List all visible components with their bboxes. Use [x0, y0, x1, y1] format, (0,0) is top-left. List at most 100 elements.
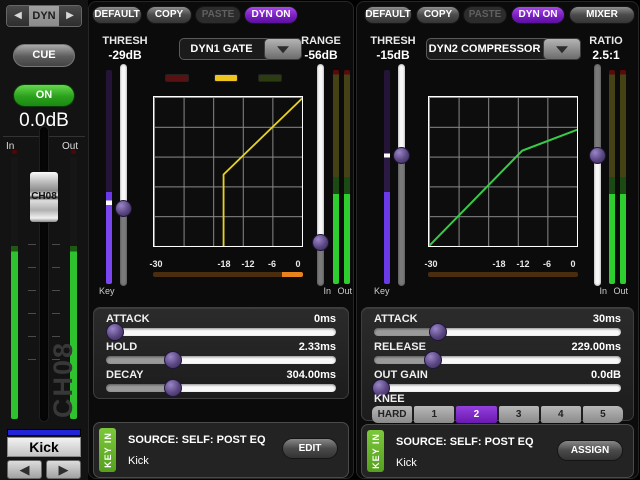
gate-range-label: RANGE: [293, 35, 349, 47]
gate-panel: DEFAULT COPY PASTE DYN ON THRESH -29dB D…: [88, 1, 354, 479]
gate-axis-tick: 0: [295, 259, 300, 269]
comp-thresh-slider[interactable]: [398, 64, 405, 286]
gate-axis-tick: -18: [217, 259, 230, 269]
comp-curve: [429, 97, 577, 246]
comp-ratio-slider-thumb[interactable]: [589, 147, 606, 164]
gate-hold-slider-thumb[interactable]: [164, 351, 182, 369]
prev-channel-button[interactable]: ◀: [7, 460, 42, 479]
comp-key-in-tab-label: KEY IN: [371, 433, 381, 469]
gate-hold-label: HOLD: [106, 341, 137, 353]
gate-thresh-slider-thumb[interactable]: [115, 200, 132, 217]
gate-range-slider-thumb[interactable]: [312, 234, 329, 251]
gate-decay-slider-thumb[interactable]: [164, 379, 182, 397]
comp-in-label: In: [599, 286, 607, 296]
comp-ratio-slider-track[interactable]: [594, 64, 601, 286]
processor-prev-button[interactable]: ◀: [7, 6, 29, 26]
gate-hold-slider[interactable]: [106, 356, 336, 364]
gate-yellow-led: [214, 74, 238, 82]
mixer-button[interactable]: MIXER: [569, 6, 635, 24]
gate-key-level-meter: [153, 272, 303, 277]
gate-copy-button[interactable]: COPY: [146, 6, 192, 24]
comp-out-gain-slider[interactable]: [374, 384, 621, 392]
comp-attack-slider-thumb[interactable]: [429, 323, 447, 341]
comp-attack-slider[interactable]: [374, 328, 621, 336]
comp-axis-tick: -30: [424, 259, 437, 269]
gate-axis-tick: -30: [149, 259, 162, 269]
knee-option-3[interactable]: 3: [499, 406, 539, 423]
comp-release-label: RELEASE: [374, 341, 426, 353]
gate-transfer-graph: [153, 96, 303, 247]
fader-knob[interactable]: CH08: [29, 171, 59, 223]
comp-dyn-on-button[interactable]: DYN ON: [511, 6, 565, 24]
gate-key-in-tab: KEY IN: [99, 428, 116, 472]
comp-out-meter: [620, 70, 626, 284]
knee-option-hard[interactable]: HARD: [372, 406, 412, 423]
gate-dyn-on-button[interactable]: DYN ON: [244, 6, 298, 24]
processor-next-button[interactable]: ▶: [59, 6, 81, 26]
gate-thresh-label: THRESH: [95, 35, 155, 47]
on-button[interactable]: ON: [13, 84, 75, 107]
gate-range-slider[interactable]: [317, 64, 324, 286]
comp-panel: DEFAULT COPY PASTE DYN ON MIXER THRESH -…: [356, 1, 639, 479]
gate-thresh-slider[interactable]: [120, 64, 127, 286]
comp-ratio-slider[interactable]: [594, 64, 601, 286]
gate-key-meter: [106, 70, 112, 284]
gate-hold-value: 2.33ms: [299, 341, 336, 353]
knee-option-5[interactable]: 5: [583, 406, 623, 423]
gate-axis-tick: -6: [268, 259, 276, 269]
comp-key-label: Key: [374, 286, 390, 296]
knee-option-2[interactable]: 2: [456, 406, 496, 423]
gate-attack-value: 0ms: [314, 313, 336, 325]
comp-type-dropdown[interactable]: DYN2 COMPRESSOR: [426, 38, 581, 60]
comp-release-slider[interactable]: [374, 356, 621, 364]
comp-assign-button[interactable]: ASSIGN: [557, 440, 623, 461]
comp-release-slider-thumb[interactable]: [424, 351, 442, 369]
in-clip-led: [12, 150, 17, 154]
comp-default-button[interactable]: DEFAULT: [364, 6, 412, 24]
knee-option-4[interactable]: 4: [541, 406, 581, 423]
gate-range-slider-track[interactable]: [317, 64, 324, 286]
comp-key-meter: [384, 70, 390, 284]
gate-decay-slider[interactable]: [106, 384, 336, 392]
processor-selector-label: DYN: [29, 6, 59, 26]
gate-in-meter: [333, 70, 339, 284]
gate-green-led: [258, 74, 282, 82]
gate-type-label: DYN1 GATE: [180, 39, 263, 59]
gate-range-value: -56dB: [293, 48, 349, 62]
knee-option-1[interactable]: 1: [414, 406, 454, 423]
comp-axis-tick: -18: [492, 259, 505, 269]
comp-thresh-slider-track[interactable]: [398, 64, 405, 286]
gate-red-led: [165, 74, 189, 82]
comp-out-gain-value: 0.0dB: [591, 369, 621, 381]
gate-default-button[interactable]: DEFAULT: [92, 6, 142, 24]
comp-release-value: 229.00ms: [571, 341, 621, 353]
comp-thresh-slider-thumb[interactable]: [393, 147, 410, 164]
comp-transfer-graph: [428, 96, 578, 247]
next-channel-button[interactable]: ▶: [46, 460, 81, 479]
out-clip-led: [71, 150, 76, 154]
comp-paste-button: PASTE: [463, 6, 507, 24]
comp-thresh-label: THRESH: [363, 35, 423, 47]
gate-out-label: Out: [337, 286, 352, 296]
gate-attack-slider[interactable]: [106, 328, 336, 336]
gate-type-dropdown[interactable]: DYN1 GATE: [179, 38, 302, 60]
comp-copy-button[interactable]: COPY: [416, 6, 460, 24]
knee-selector: HARD 1 2 3 4 5: [372, 406, 623, 423]
gate-edit-button[interactable]: EDIT: [282, 438, 338, 459]
in-level-meter: [11, 157, 18, 419]
gate-graph-section: -30 -18 -12 -6 0 Key In Out: [89, 62, 353, 307]
comp-params-panel: ATTACK 30ms RELEASE 229.00ms OUT GAIN 0.…: [361, 307, 634, 421]
gate-key-in-name: Kick: [128, 455, 149, 467]
knee-label: KNEE: [374, 393, 405, 405]
fader-knob-label: CH08: [30, 191, 58, 202]
gate-out-meter: [344, 70, 350, 284]
comp-thresh-value: -15dB: [363, 48, 423, 62]
chevron-down-icon[interactable]: [543, 38, 581, 60]
comp-axis-tick: -6: [543, 259, 551, 269]
fader-scale-ticks-left: [28, 244, 36, 366]
gate-decay-label: DECAY: [106, 369, 144, 381]
gate-thresh-slider-track[interactable]: [120, 64, 127, 286]
gate-attack-slider-thumb[interactable]: [106, 323, 124, 341]
cue-button[interactable]: CUE: [13, 44, 75, 67]
gate-in-label: In: [323, 286, 331, 296]
